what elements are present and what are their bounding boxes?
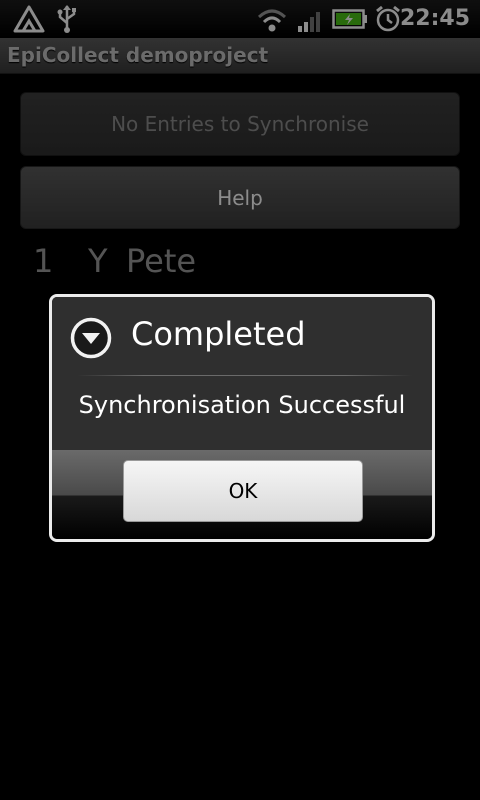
- ok-button-label: OK: [228, 479, 258, 503]
- screen: 22:45 EpiCollect demoproject No Entries …: [0, 0, 480, 800]
- dialog-title: Completed: [131, 315, 306, 353]
- ok-button[interactable]: OK: [123, 460, 363, 522]
- dialog-message: Synchronisation Successful: [78, 391, 406, 419]
- chevron-down-circle-icon: [70, 317, 112, 359]
- dialog-header: Completed Synchronisation Successful: [52, 297, 432, 450]
- completed-dialog: Completed Synchronisation Successful OK: [49, 294, 435, 542]
- dialog-divider: [77, 375, 412, 376]
